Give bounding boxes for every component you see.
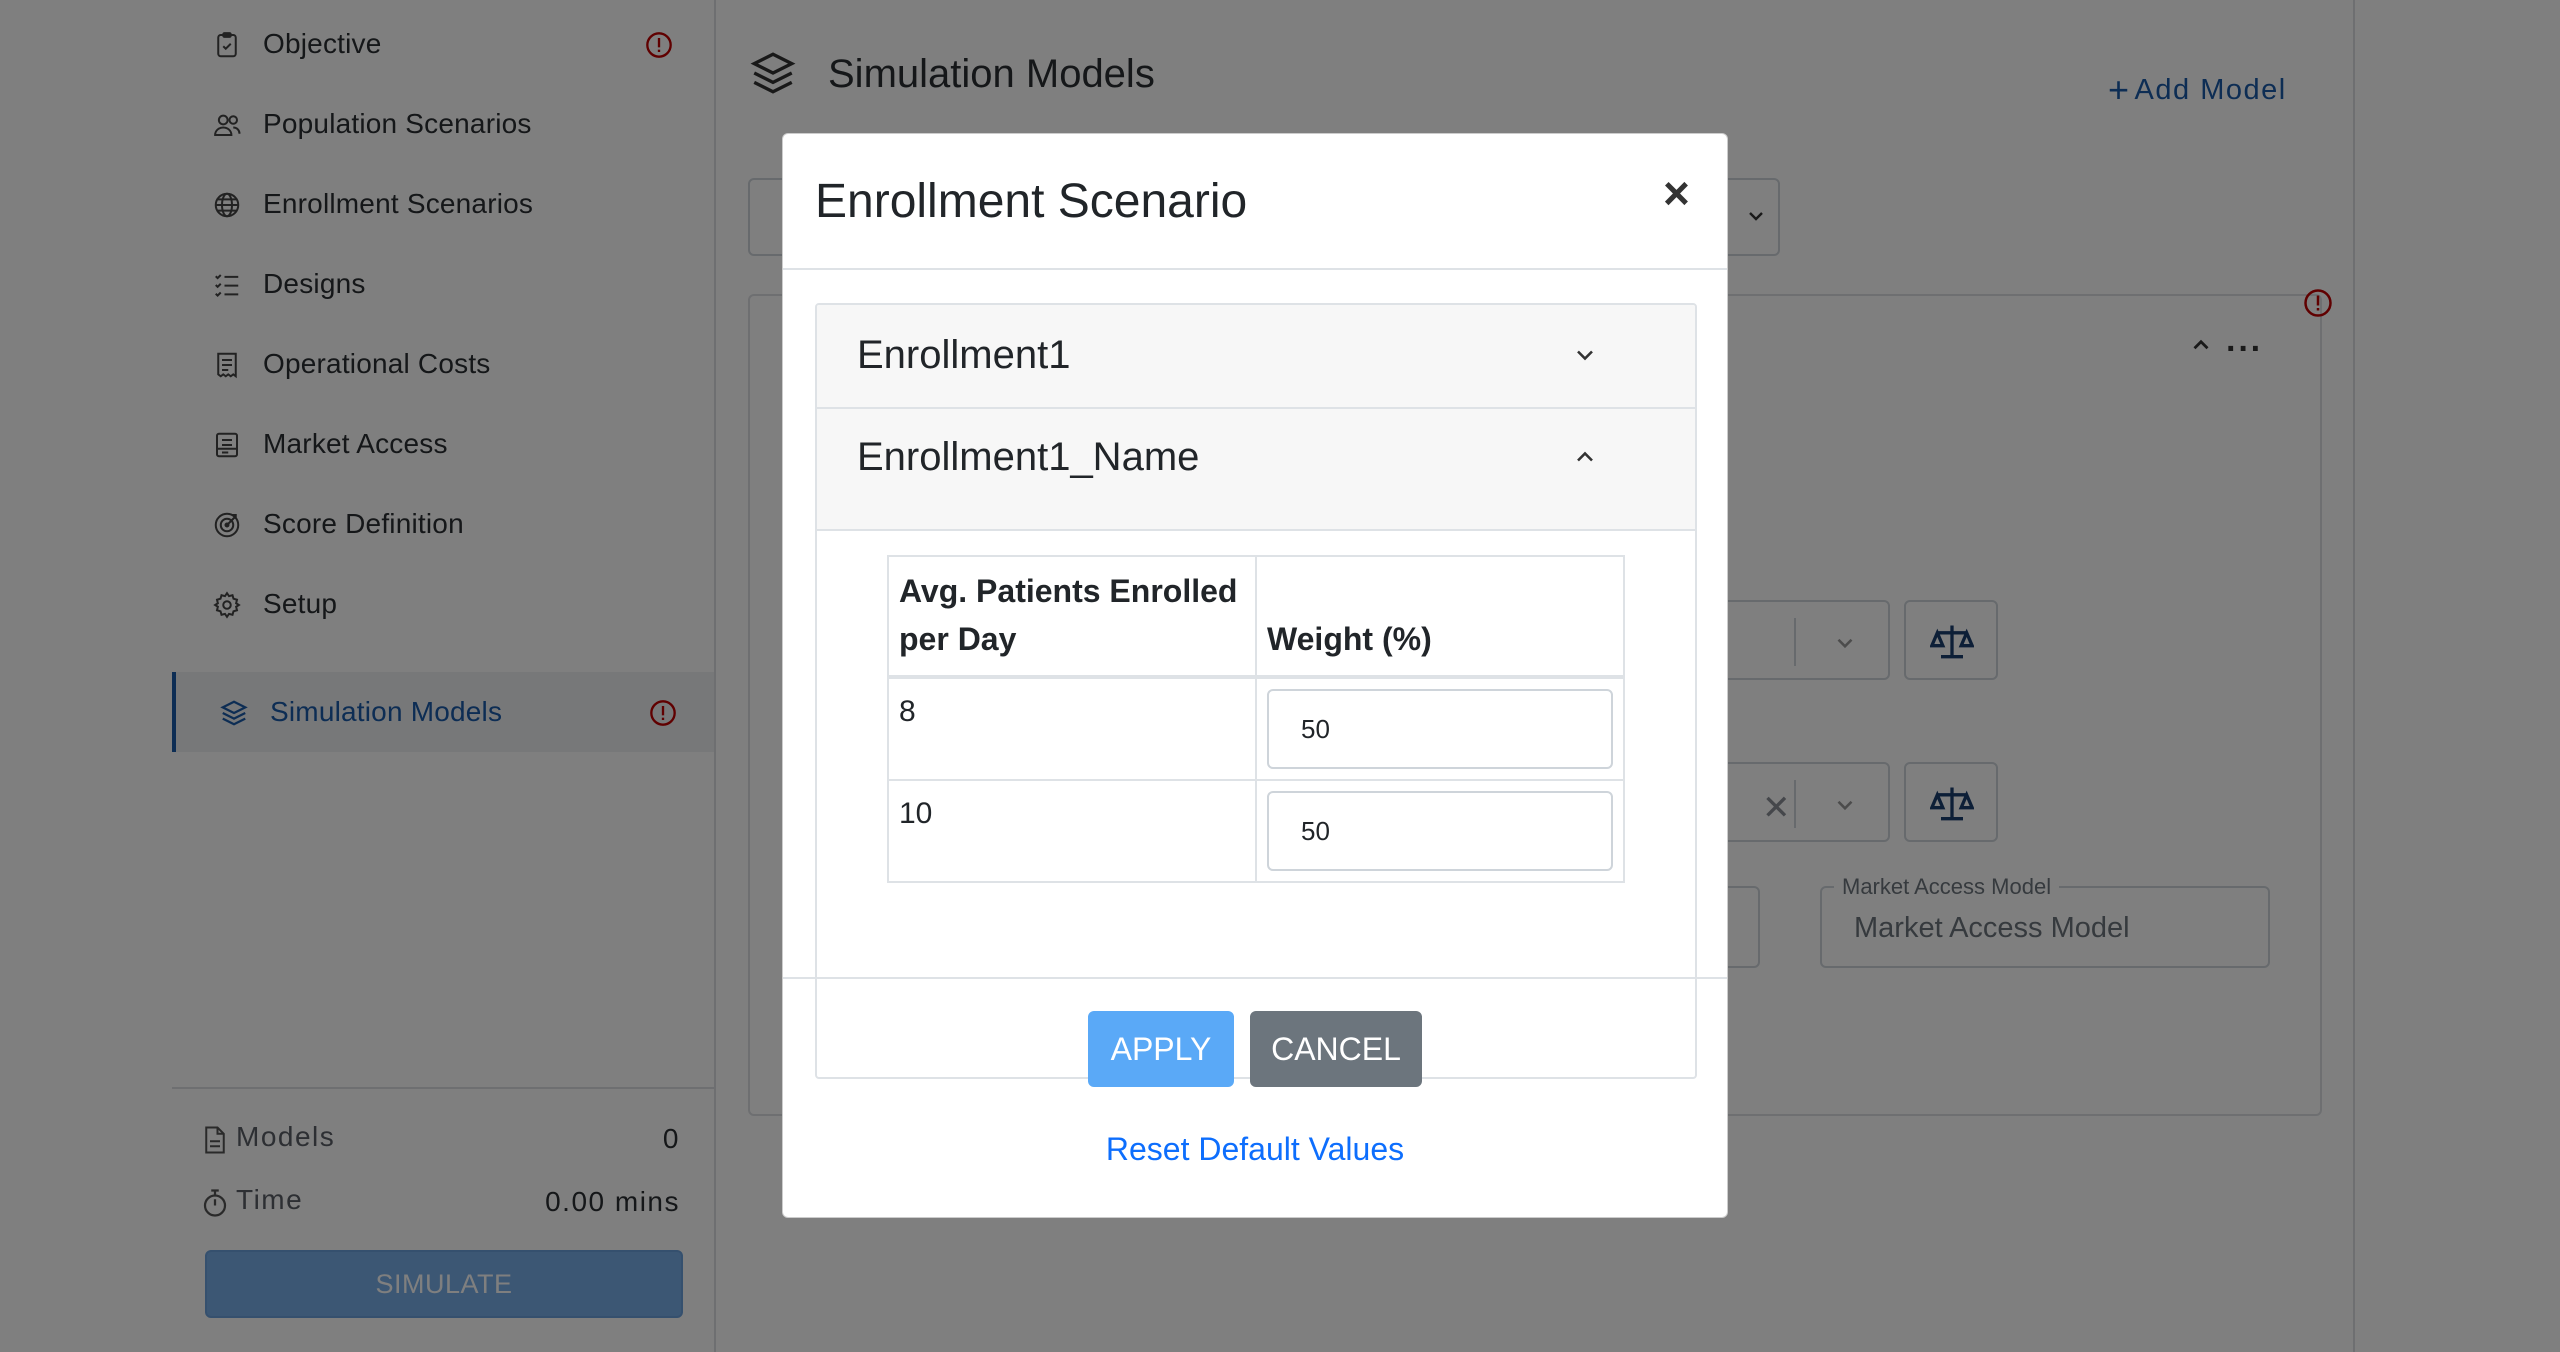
accordion: Enrollment1 Enrollment1_Name Avg. Patien… (815, 303, 1697, 1079)
weight-cell: 50 (1255, 676, 1625, 781)
modal-footer: APPLY CANCEL Reset Default Values (783, 977, 1727, 1219)
chevron-down-icon (1577, 350, 1593, 361)
reset-default-values-label[interactable]: Reset Default Values (1106, 1131, 1404, 1167)
weight-input[interactable]: 50 (1267, 791, 1613, 871)
chevron-up-icon (1577, 451, 1593, 462)
accordion-item-enrollment1-name[interactable]: Enrollment1_Name (817, 409, 1695, 531)
apply-button[interactable]: APPLY (1088, 1011, 1234, 1087)
patients-cell: 8 (887, 676, 1257, 781)
close-icon[interactable]: × (1663, 170, 1690, 216)
column-header: Weight (%) (1255, 555, 1625, 679)
column-header: Avg. Patients Enrolled per Day (887, 555, 1257, 679)
modal-header: Enrollment Scenario × (783, 134, 1727, 270)
modal-title: Enrollment Scenario (815, 175, 1248, 228)
cancel-button[interactable]: CANCEL (1250, 1011, 1422, 1087)
table-row: 8 50 (887, 676, 1625, 781)
patients-cell: 10 (887, 779, 1257, 883)
accordion-item-enrollment1[interactable]: Enrollment1 (817, 305, 1695, 409)
reset-default-values-link[interactable]: Reset Default Values (783, 1131, 1727, 1168)
accordion-label: Enrollment1_Name (857, 435, 1200, 479)
enrollment-scenario-modal: Enrollment Scenario × Enrollment1 Enroll… (782, 133, 1728, 1218)
accordion-label: Enrollment1 (857, 333, 1071, 377)
weight-input[interactable]: 50 (1267, 689, 1613, 769)
weights-table: Avg. Patients Enrolled per Day Weight (%… (887, 555, 1625, 883)
table-row: 10 50 (887, 779, 1625, 883)
weight-cell: 50 (1255, 779, 1625, 883)
table-header-row: Avg. Patients Enrolled per Day Weight (%… (887, 555, 1625, 679)
